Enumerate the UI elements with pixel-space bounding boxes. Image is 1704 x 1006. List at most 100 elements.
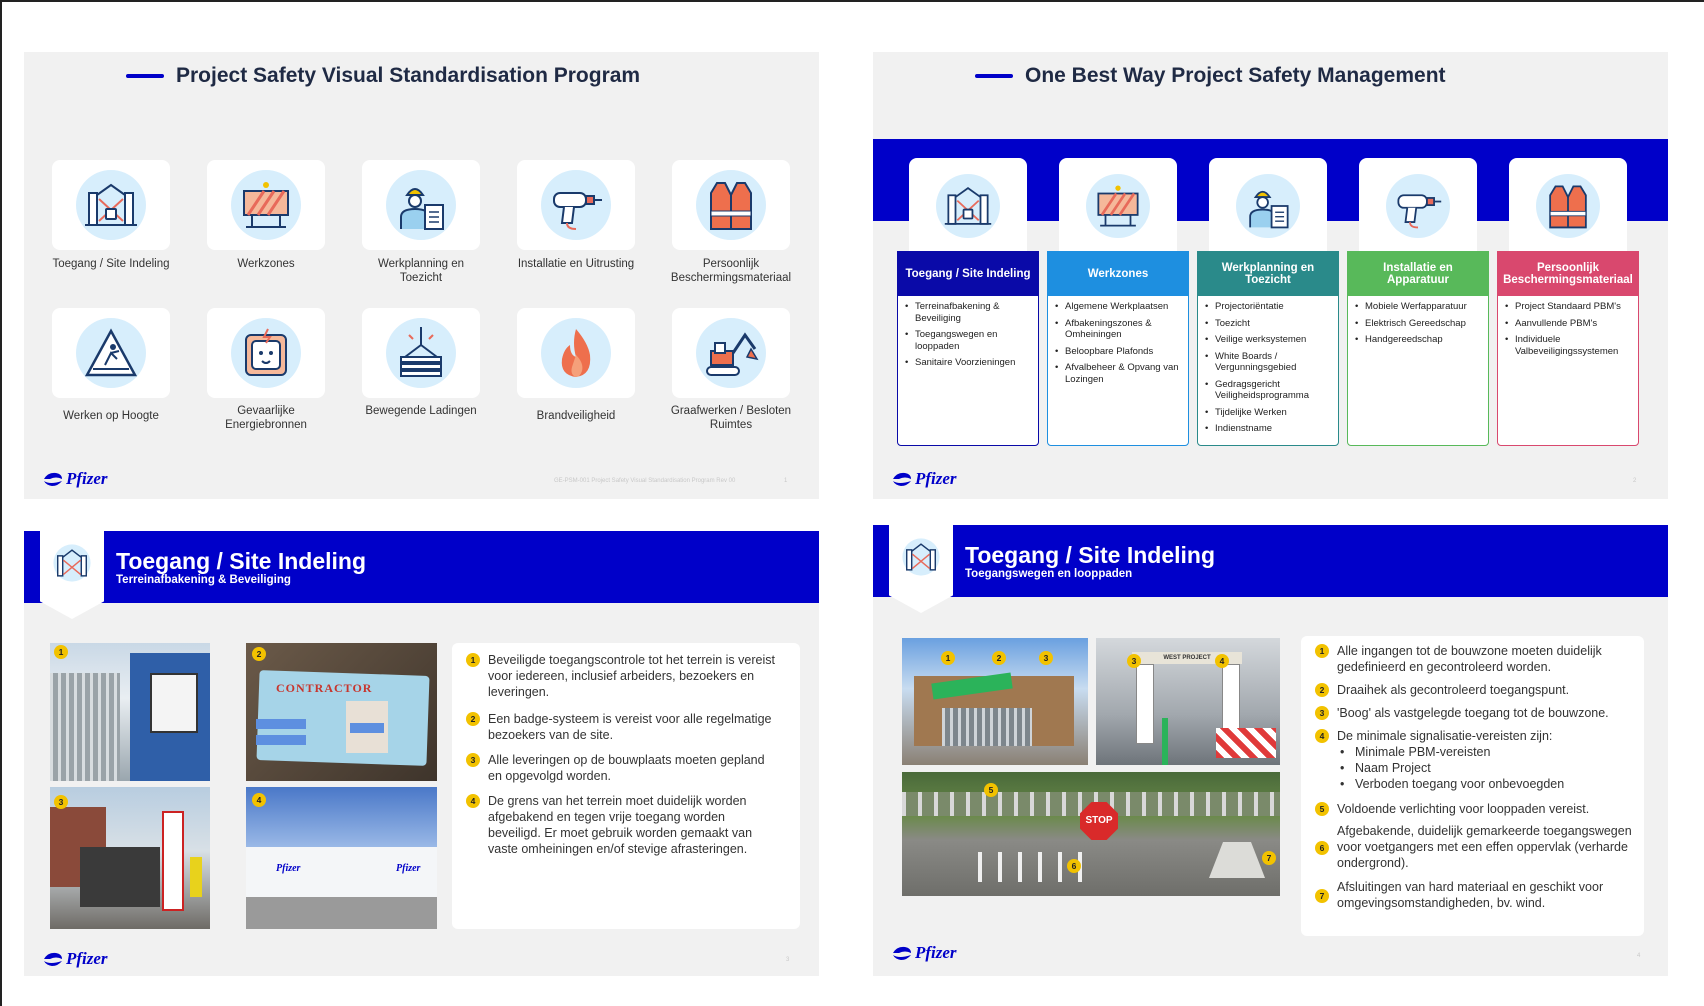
slide-2[interactable]: One Best Way Project Safety Management T… xyxy=(873,52,1668,499)
slide-3[interactable]: Toegang / Site Indeling Terreinafbakenin… xyxy=(24,531,819,976)
slide-4[interactable]: Toegang / Site Indeling Toegangswegen en… xyxy=(873,525,1668,976)
tile-label: Werkplanning en Toezicht xyxy=(377,258,465,284)
tile-werkzones[interactable] xyxy=(207,160,325,250)
tile-ladingen[interactable] xyxy=(362,308,480,398)
list-item: Aanvullende PBM's xyxy=(1505,318,1634,330)
slide-title-row: Project Safety Visual Standardisation Pr… xyxy=(126,64,640,88)
photo-pin: 1 xyxy=(941,651,955,665)
sub-list-item: Verboden toegang voor onbevoegden xyxy=(1337,776,1637,792)
list-item: Project Standaard PBM's xyxy=(1505,301,1634,313)
photo-badge: CONTRACTOR xyxy=(246,643,437,781)
crane-load-icon xyxy=(386,318,456,388)
point-item: 3 Alle leveringen op de bouwplaats moete… xyxy=(466,752,778,784)
photo-pin: 2 xyxy=(252,647,266,661)
column-head: Werkplanning en Toezicht xyxy=(1198,252,1338,296)
photo-pin: 5 xyxy=(984,783,998,797)
column-card xyxy=(909,158,1027,253)
tile-energie[interactable] xyxy=(207,308,325,398)
list-item: Toezicht xyxy=(1205,318,1334,330)
photo-pin: 3 xyxy=(1039,651,1053,665)
column-card xyxy=(1059,158,1177,253)
pfizer-logo: Pfizer xyxy=(891,943,957,963)
safety-vest-icon xyxy=(1536,173,1600,238)
page-number: 4 xyxy=(1637,953,1641,959)
photo-fence: Pfizer Pfizer xyxy=(246,787,437,929)
pfizer-logo: Pfizer xyxy=(42,469,108,489)
list-item: Veilige werksystemen xyxy=(1205,334,1334,346)
text-panel: 1 Beveiligde toegangscontrole tot het te… xyxy=(452,643,800,929)
point-item: 4 De grens van het terrein moet duidelij… xyxy=(466,793,778,857)
tile-label: Toegang / Site Indeling xyxy=(52,258,170,270)
text-panel: 1 Alle ingangen tot de bouwzone moeten d… xyxy=(1301,636,1644,936)
electric-socket-icon xyxy=(231,318,301,388)
point-item: 7 Afsluitingen van hard materiaal en ges… xyxy=(1315,879,1637,911)
list-item: White Boards / Vergunningsgebied xyxy=(1205,351,1334,374)
tile-graafwerken[interactable] xyxy=(672,308,790,398)
list-item: Sanitaire Voorzieningen xyxy=(905,357,1034,369)
point-item: 5 Voldoende verlichting voor looppaden v… xyxy=(1315,801,1637,817)
point-item: 4 De minimale signalisatie-vereisten zij… xyxy=(1315,728,1637,792)
list-item: Toegangswegen en looppaden xyxy=(905,329,1034,352)
tile-label: Graafwerken / Besloten Ruimtes xyxy=(670,405,792,431)
list-item: Indienstname xyxy=(1205,423,1334,435)
column-head: Installatie en Apparatuur xyxy=(1348,252,1488,296)
gate-icon xyxy=(76,170,146,240)
tile-hoogte[interactable] xyxy=(52,308,170,398)
tile-werkplanning[interactable] xyxy=(362,160,480,250)
safety-vest-icon xyxy=(696,170,766,240)
list-item: Afbakeningszones & Omheiningen xyxy=(1055,318,1184,341)
photo-walkway: STOP xyxy=(902,772,1280,896)
barrier-icon xyxy=(231,170,301,240)
list-item: Algemene Werkplaatsen xyxy=(1055,301,1184,313)
photo-pin: 1 xyxy=(54,645,68,659)
column-toegang[interactable]: Toegang / Site Indeling Terreinafbakenin… xyxy=(897,251,1039,446)
worker-clipboard-icon xyxy=(386,170,456,240)
list-item: Terreinafbakening & Beveiliging xyxy=(905,301,1034,324)
barrier-icon xyxy=(1086,173,1150,238)
worker-clipboard-icon xyxy=(1236,173,1300,238)
drill-icon xyxy=(541,170,611,240)
flame-icon xyxy=(541,318,611,388)
photo-pin: 3 xyxy=(54,795,68,809)
tile-label: Persoonlijk Beschermingsmateriaal xyxy=(670,258,792,284)
gate-icon xyxy=(902,538,940,576)
slide-subtitle: Toegangswegen en looppaden xyxy=(965,568,1133,580)
fall-warning-icon xyxy=(76,318,146,388)
point-item: 3 'Boog' als vastgelegde toegang tot de … xyxy=(1315,705,1637,721)
list-item: Tijdelijke Werken xyxy=(1205,407,1334,419)
header-badge xyxy=(889,525,953,613)
column-installatie[interactable]: Installatie en Apparatuur Mobiele Werfap… xyxy=(1347,251,1489,446)
photo-pin: 2 xyxy=(992,651,1006,665)
list-item: Individuele Valbeveiligingssystemen xyxy=(1505,334,1634,357)
slide-title: One Best Way Project Safety Management xyxy=(1025,64,1446,87)
title-accent-dash xyxy=(126,74,164,78)
column-card xyxy=(1359,158,1477,253)
tile-label: Bewegende Ladingen xyxy=(365,405,477,417)
list-item: Projectoriëntatie xyxy=(1205,301,1334,313)
tile-brand[interactable] xyxy=(517,308,635,398)
pfizer-logo: Pfizer xyxy=(891,469,957,489)
page-number: 2 xyxy=(1633,478,1637,484)
tile-label: Gevaarlijke Energiebronnen xyxy=(225,405,307,431)
photo-pin: 4 xyxy=(1215,654,1229,668)
slide-1[interactable]: Project Safety Visual Standardisation Pr… xyxy=(24,52,819,499)
slide-title-row: One Best Way Project Safety Management xyxy=(975,64,1446,88)
gate-icon xyxy=(53,544,91,582)
column-pbm[interactable]: Persoonlijk Beschermingsmateriaal Projec… xyxy=(1497,251,1639,446)
point-item: 1 Beveiligde toegangscontrole tot het te… xyxy=(466,652,778,700)
column-werkplanning[interactable]: Werkplanning en Toezicht Projectoriëntat… xyxy=(1197,251,1339,446)
footer-doc-ref: GE-PSM-001 Project Safety Visual Standar… xyxy=(554,478,736,484)
tile-installatie[interactable] xyxy=(517,160,635,250)
tile-label: Brandveiligheid xyxy=(536,410,616,422)
column-werkzones[interactable]: Werkzones Algemene Werkplaatsen Afbakeni… xyxy=(1047,251,1189,446)
list-item: Mobiele Werfapparatuur xyxy=(1355,301,1484,313)
drill-icon xyxy=(1386,173,1450,238)
tile-toegang[interactable] xyxy=(52,160,170,250)
tile-pbm[interactable] xyxy=(672,160,790,250)
slide-subtitle: Terreinafbakening & Beveiliging xyxy=(116,574,291,586)
tile-label: Werkzones xyxy=(237,258,295,270)
column-card xyxy=(1509,158,1627,253)
list-item: Handgereedschap xyxy=(1355,334,1484,346)
tile-label: Installatie en Uitrusting xyxy=(517,258,635,270)
gate-icon xyxy=(936,173,1000,238)
